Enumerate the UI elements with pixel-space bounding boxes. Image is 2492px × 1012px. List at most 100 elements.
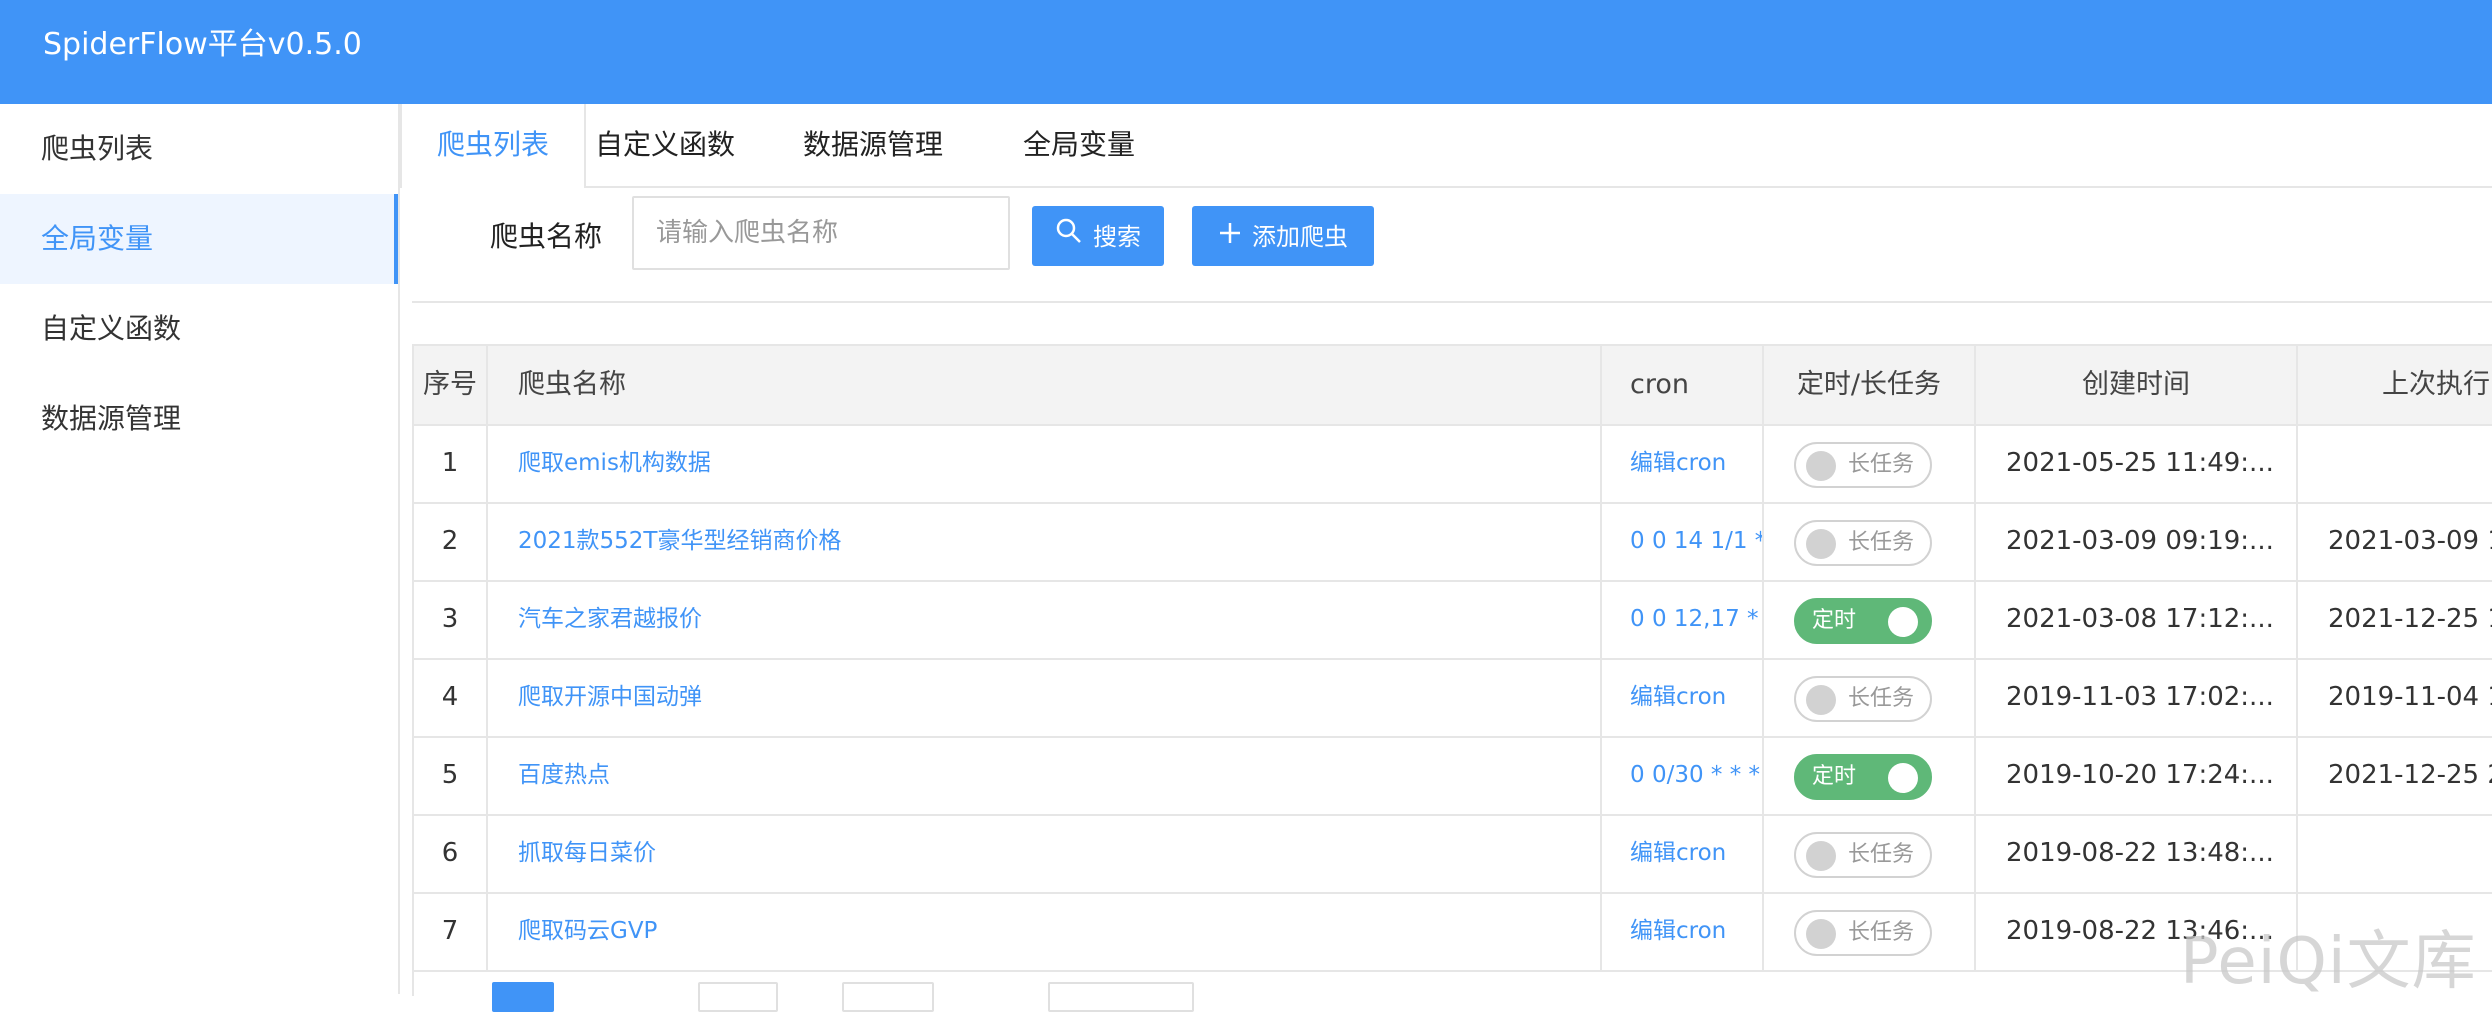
switch-knob: [1806, 451, 1836, 481]
pager-current-page[interactable]: [492, 982, 554, 1012]
table-row: 6 抓取每日菜价 编辑cron 长任务 2019-08-22 13:48:...: [414, 814, 2492, 894]
row-index: 3: [414, 580, 488, 658]
column-header-last-run: 上次执行时: [2382, 369, 2492, 400]
cron-link[interactable]: 编辑cron: [1602, 892, 1764, 970]
cron-link[interactable]: 0 0 12,17 * *: [1602, 580, 1764, 658]
spider-name-link[interactable]: 抓取每日菜价: [488, 814, 1602, 892]
mode-cell: 定时: [1764, 736, 1976, 814]
switch-knob: [1806, 919, 1836, 949]
column-header-created: 创建时间: [1976, 346, 2298, 424]
spider-name-link[interactable]: 爬取码云GVP: [488, 892, 1602, 970]
divider: [412, 301, 2492, 303]
column-header-index: 序号: [414, 346, 488, 424]
switch-knob: [1806, 529, 1836, 559]
switch-label: 长任务: [1848, 686, 1915, 711]
row-index: 7: [414, 892, 488, 970]
tab-global-vars[interactable]: 全局变量: [1016, 104, 1142, 186]
table-row: 3 汽车之家君越报价 0 0 12,17 * * 定时 2021-03-08 1…: [414, 580, 2492, 660]
last-run-time: [2298, 814, 2492, 892]
mode-switch[interactable]: 定时: [1794, 598, 1932, 644]
last-run-time: 2019-11-04 1: [2328, 682, 2492, 712]
row-index: 2: [414, 502, 488, 580]
search-input[interactable]: [632, 196, 1010, 270]
spider-table: 序号 爬虫名称 cron 定时/长任务 创建时间 上次执行时 1 爬取emis机…: [412, 344, 2492, 996]
plus-icon: [1218, 207, 1242, 267]
column-header-name: 爬虫名称: [488, 346, 1602, 424]
last-run-time: 2021-03-09 1: [2328, 526, 2492, 556]
spider-name-link[interactable]: 爬取emis机构数据: [488, 424, 1602, 502]
switch-label: 定时: [1812, 608, 1857, 633]
table-row: 4 爬取开源中国动弹 编辑cron 长任务 2019-11-03 17:02:.…: [414, 658, 2492, 738]
tab-bar: 爬虫列表 自定义函数 数据源管理 全局变量: [400, 104, 2492, 188]
mode-switch[interactable]: 定时: [1794, 754, 1932, 800]
spider-name-link[interactable]: 汽车之家君越报价: [488, 580, 1602, 658]
tab-custom-functions[interactable]: 自定义函数: [590, 104, 740, 186]
row-index: 5: [414, 736, 488, 814]
spider-name-link[interactable]: 爬取开源中国动弹: [488, 658, 1602, 736]
mode-cell: 长任务: [1764, 892, 1976, 970]
pager-jump-input[interactable]: [842, 982, 934, 1012]
tab-spider-list[interactable]: 爬虫列表: [400, 104, 586, 188]
sidebar-item-global-vars[interactable]: 全局变量: [0, 194, 398, 284]
pager-size-select[interactable]: [1048, 982, 1194, 1012]
search-label: 爬虫名称: [490, 220, 603, 253]
add-spider-button-label: 添加爬虫: [1252, 223, 1348, 251]
cron-link[interactable]: 编辑cron: [1602, 658, 1764, 736]
switch-label: 长任务: [1848, 452, 1915, 477]
mode-switch[interactable]: 长任务: [1794, 520, 1932, 566]
switch-label: 长任务: [1848, 920, 1915, 945]
table-row: 5 百度热点 0 0/30 * * * ? 定时 2019-10-20 17:2…: [414, 736, 2492, 816]
cron-link[interactable]: 编辑cron: [1602, 814, 1764, 892]
search-button-label: 搜索: [1093, 223, 1141, 251]
column-header-mode: 定时/长任务: [1764, 346, 1976, 424]
cron-link[interactable]: 编辑cron: [1602, 424, 1764, 502]
table-header-row: 序号 爬虫名称 cron 定时/长任务 创建时间 上次执行时: [414, 346, 2492, 426]
mode-cell: 长任务: [1764, 424, 1976, 502]
switch-knob: [1806, 841, 1836, 871]
spider-name-link[interactable]: 2021款552T豪华型经销商价格: [488, 502, 1602, 580]
created-time: 2021-03-09 09:19:...: [1976, 502, 2298, 580]
switch-knob: [1888, 763, 1918, 793]
mode-switch[interactable]: 长任务: [1794, 442, 1932, 488]
sidebar-item-spider-list[interactable]: 爬虫列表: [0, 104, 398, 194]
switch-label: 长任务: [1848, 530, 1915, 555]
mode-cell: 长任务: [1764, 814, 1976, 892]
mode-cell: 长任务: [1764, 658, 1976, 736]
watermark: PeiQi文库: [2180, 925, 2477, 999]
created-time: 2019-08-22 13:48:...: [1976, 814, 2298, 892]
sidebar-item-custom-functions[interactable]: 自定义函数: [0, 284, 398, 374]
add-spider-button[interactable]: 添加爬虫: [1192, 206, 1374, 266]
row-index: 6: [414, 814, 488, 892]
created-time: 2019-10-20 17:24:...: [1976, 736, 2298, 814]
spider-name-link[interactable]: 百度热点: [488, 736, 1602, 814]
column-header-cron: cron: [1602, 346, 1764, 424]
created-time: 2021-03-08 17:12:...: [1976, 580, 2298, 658]
mode-switch[interactable]: 长任务: [1794, 832, 1932, 878]
mode-switch[interactable]: 长任务: [1794, 676, 1932, 722]
switch-label: 长任务: [1848, 842, 1915, 867]
switch-label: 定时: [1812, 764, 1857, 789]
sidebar: 爬虫列表 全局变量 自定义函数 数据源管理: [0, 104, 400, 994]
search-icon: [1055, 207, 1083, 267]
row-index: 1: [414, 424, 488, 502]
sidebar-item-datasource[interactable]: 数据源管理: [0, 374, 398, 464]
created-time: 2021-05-25 11:49:...: [1976, 424, 2298, 502]
last-run-time: [2298, 424, 2492, 502]
cron-link[interactable]: 0 0 14 1/1 *: [1602, 502, 1764, 580]
switch-knob: [1888, 607, 1918, 637]
created-time: 2019-11-03 17:02:...: [1976, 658, 2298, 736]
mode-switch[interactable]: 长任务: [1794, 910, 1932, 956]
tab-datasource[interactable]: 数据源管理: [798, 104, 948, 186]
search-button[interactable]: 搜索: [1032, 206, 1164, 266]
pager-next-button[interactable]: [698, 982, 778, 1012]
switch-knob: [1806, 685, 1836, 715]
table-row: 1 爬取emis机构数据 编辑cron 长任务 2021-05-25 11:49…: [414, 424, 2492, 504]
cron-link[interactable]: 0 0/30 * * * ?: [1602, 736, 1764, 814]
last-run-time: 2021-12-25 1: [2328, 604, 2492, 634]
app-title: SpiderFlow平台v0.5.0: [43, 27, 362, 62]
app-header: SpiderFlow平台v0.5.0: [0, 0, 2492, 104]
last-run-time: 2021-12-25 2: [2328, 760, 2492, 790]
row-index: 4: [414, 658, 488, 736]
mode-cell: 长任务: [1764, 502, 1976, 580]
table-row: 2 2021款552T豪华型经销商价格 0 0 14 1/1 * 长任务 202…: [414, 502, 2492, 582]
